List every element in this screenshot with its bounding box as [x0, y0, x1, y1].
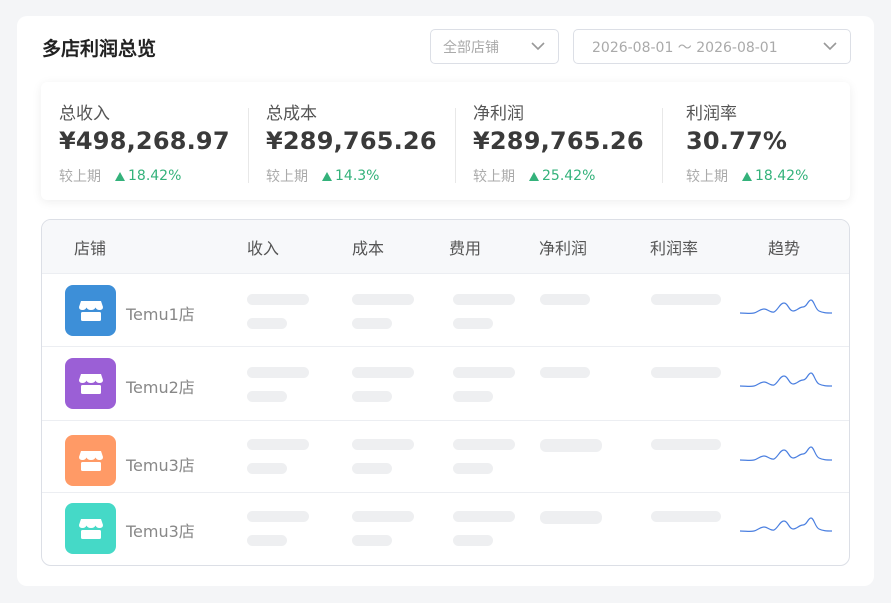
storefront-icon — [65, 503, 116, 554]
change-value: 18.42% — [128, 168, 182, 184]
storefront-icon — [65, 358, 116, 409]
shop-select-value: 全部店铺 — [443, 39, 499, 56]
stat-value: ¥289,765.26 — [266, 127, 437, 155]
loading-placeholder — [352, 463, 392, 474]
change-value: 25.42% — [542, 168, 596, 184]
loading-placeholder — [651, 294, 721, 305]
table-row[interactable]: Temu1店 — [42, 274, 849, 347]
stat-compare: 较上期 14.3% — [266, 166, 379, 186]
shop-name: Temu3店 — [126, 522, 195, 541]
triangle-up-icon — [322, 171, 332, 181]
compare-label: 较上期 — [473, 169, 515, 185]
divider — [248, 108, 249, 183]
stat-label: 利润率 — [686, 104, 737, 124]
loading-placeholder — [540, 439, 602, 452]
storefront-icon — [65, 435, 116, 486]
loading-placeholder — [453, 535, 493, 546]
page-title: 多店利润总览 — [42, 38, 157, 60]
trend-sparkline — [740, 372, 832, 388]
stat-compare: 较上期 18.42% — [59, 166, 181, 186]
triangle-up-icon — [529, 171, 539, 181]
loading-placeholder — [540, 367, 590, 378]
loading-placeholder — [247, 439, 309, 450]
triangle-up-icon — [742, 171, 752, 181]
stat-value: 30.77% — [686, 127, 788, 155]
loading-placeholder — [453, 511, 515, 522]
stat-label: 总成本 — [266, 104, 317, 124]
change-value: 14.3% — [335, 168, 380, 184]
stat-label: 总收入 — [59, 104, 110, 124]
loading-placeholder — [453, 391, 493, 402]
loading-placeholder — [247, 535, 287, 546]
shop-profit-table: 店铺 收入 成本 费用 净利润 利润率 趋势 Temu1店 Temu2店 Tem… — [41, 219, 850, 566]
loading-placeholder — [352, 511, 414, 522]
stat-compare: 较上期 25.42% — [473, 166, 595, 186]
loading-placeholder — [453, 367, 515, 378]
date-range-picker[interactable]: 2026-08-01 ～ 2026-08-01 — [573, 29, 851, 64]
stat-value: ¥289,765.26 — [473, 127, 644, 155]
loading-placeholder — [247, 318, 287, 329]
chevron-down-icon — [822, 39, 838, 55]
loading-placeholder — [352, 367, 414, 378]
loading-placeholder — [247, 463, 287, 474]
change-badge: 14.3% — [322, 168, 379, 184]
loading-placeholder — [540, 511, 602, 524]
change-badge: 18.42% — [115, 168, 181, 184]
loading-placeholder — [352, 391, 392, 402]
loading-placeholder — [453, 463, 493, 474]
trend-sparkline — [740, 299, 832, 315]
table-row[interactable]: Temu2店 — [42, 347, 849, 421]
column-header-cost: 成本 — [352, 239, 385, 258]
stat-compare: 较上期 18.42% — [686, 166, 808, 186]
column-header-expense: 费用 — [449, 239, 482, 258]
date-range-value: 2026-08-01 ～ 2026-08-01 — [592, 39, 778, 56]
change-value: 18.42% — [755, 168, 809, 184]
loading-placeholder — [352, 294, 414, 305]
loading-placeholder — [352, 318, 392, 329]
divider — [662, 108, 663, 183]
loading-placeholder — [247, 367, 309, 378]
column-header-shop: 店铺 — [74, 239, 107, 258]
divider — [455, 108, 456, 183]
trend-sparkline — [740, 517, 832, 533]
stats-panel: 总收入 ¥498,268.97 较上期 18.42% 总成本 ¥289,765.… — [41, 82, 850, 200]
shop-name: Temu1店 — [126, 305, 195, 324]
column-header-profit-margin: 利润率 — [650, 239, 699, 258]
stat-label: 净利润 — [473, 104, 524, 124]
compare-label: 较上期 — [266, 169, 308, 185]
trend-sparkline — [740, 446, 832, 462]
column-header-net-profit: 净利润 — [539, 239, 588, 258]
loading-placeholder — [453, 294, 515, 305]
column-header-revenue: 收入 — [247, 239, 280, 258]
chevron-down-icon — [530, 39, 546, 55]
loading-placeholder — [453, 318, 493, 329]
loading-placeholder — [651, 367, 721, 378]
storefront-icon — [65, 285, 116, 336]
table-row[interactable]: Temu3店 — [42, 493, 849, 565]
shop-name: Temu3店 — [126, 456, 195, 475]
loading-placeholder — [247, 511, 309, 522]
column-header-trend: 趋势 — [768, 239, 801, 258]
loading-placeholder — [352, 535, 392, 546]
shop-select[interactable]: 全部店铺 — [430, 29, 559, 64]
triangle-up-icon — [115, 171, 125, 181]
compare-label: 较上期 — [686, 169, 728, 185]
loading-placeholder — [352, 439, 414, 450]
table-header: 店铺 收入 成本 费用 净利润 利润率 趋势 — [42, 220, 849, 274]
loading-placeholder — [540, 294, 590, 305]
change-badge: 18.42% — [742, 168, 808, 184]
change-badge: 25.42% — [529, 168, 595, 184]
loading-placeholder — [651, 439, 721, 450]
table-row[interactable]: Temu3店 — [42, 421, 849, 493]
loading-placeholder — [453, 439, 515, 450]
loading-placeholder — [247, 391, 287, 402]
shop-name: Temu2店 — [126, 378, 195, 397]
loading-placeholder — [247, 294, 309, 305]
stat-value: ¥498,268.97 — [59, 127, 230, 155]
loading-placeholder — [651, 511, 721, 522]
compare-label: 较上期 — [59, 169, 101, 185]
